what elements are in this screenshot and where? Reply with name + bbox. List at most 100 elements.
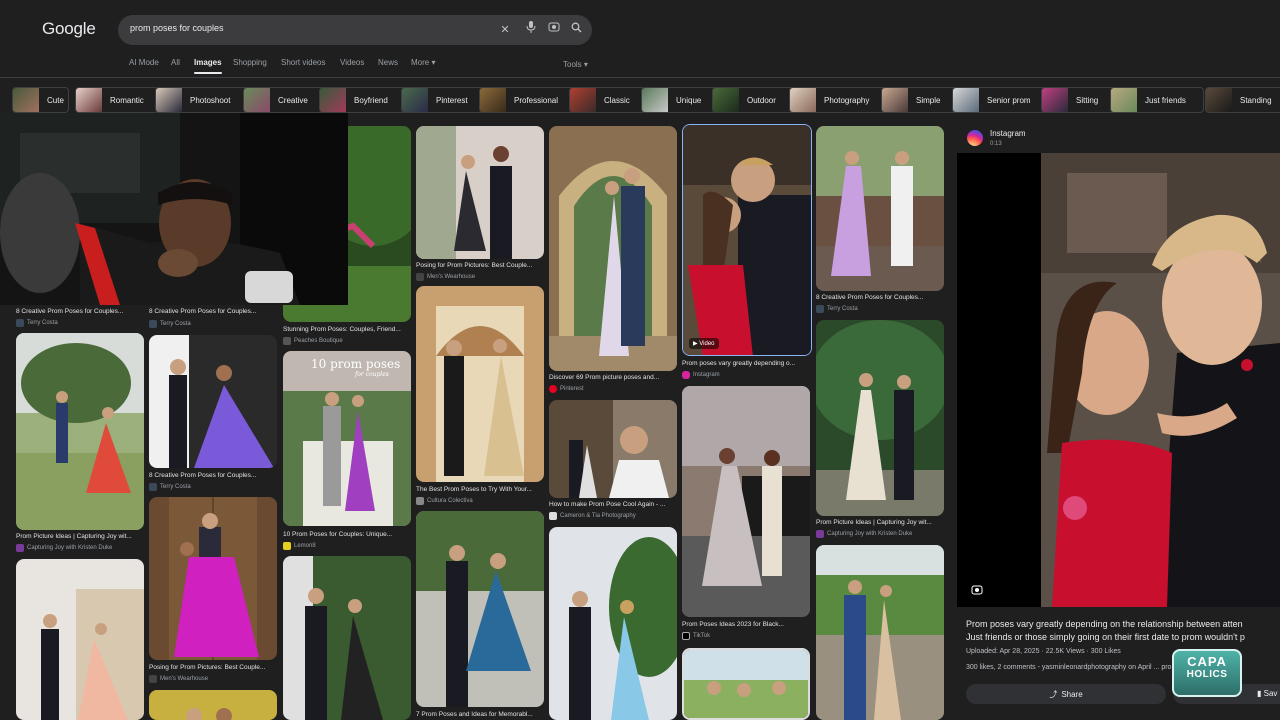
result-source: Terry Costa [816, 305, 858, 313]
chip-sitting[interactable]: Sitting [1041, 87, 1117, 113]
search-bar[interactable]: prom poses for couples ✕ [118, 15, 592, 45]
result-source: Peaches Boutique [283, 337, 343, 345]
result-image[interactable] [149, 335, 277, 468]
result-image[interactable] [549, 400, 677, 498]
chip-unique[interactable]: Unique [641, 87, 719, 113]
tab-more[interactable]: More ▾ [411, 58, 435, 67]
search-icon[interactable] [567, 21, 585, 39]
result-image[interactable] [16, 559, 144, 720]
result-image[interactable] [816, 126, 944, 291]
result-image[interactable] [416, 126, 544, 259]
source-favicon-icon [16, 544, 24, 552]
tab-shopping[interactable]: Shopping [233, 58, 267, 67]
result-title[interactable]: Posing for Prom Pictures: Best Couple... [149, 664, 279, 671]
chip-label: Professional [514, 95, 559, 105]
tab-videos[interactable]: Videos [340, 58, 364, 67]
tab-short-videos[interactable]: Short videos [281, 58, 325, 67]
result-image[interactable] [682, 648, 810, 720]
chip-label: Cute [47, 95, 64, 105]
result-title[interactable]: 10 Prom Poses for Couples: Unique... [283, 531, 413, 538]
channel-watermark-logo: CAPA HOLICS [1172, 649, 1242, 697]
result-title[interactable]: 8 Creative Prom Poses for Couples... [816, 294, 946, 301]
result-title[interactable]: Discover 69 Prom picture poses and... [549, 374, 679, 381]
chip-label: Photography [824, 95, 870, 105]
chip-standing[interactable]: Standing [1205, 87, 1280, 113]
source-favicon-icon [682, 632, 690, 640]
share-button[interactable]: ⤴ Share [966, 684, 1166, 704]
result-title[interactable]: 7 Prom Poses and Ideas for Memorabl... [416, 711, 546, 718]
header-divider [0, 77, 1280, 78]
tab-ai-mode[interactable]: AI Mode [129, 58, 159, 67]
source-favicon-icon [149, 483, 157, 491]
tab-news[interactable]: News [378, 58, 398, 67]
result-image[interactable] [816, 320, 944, 516]
search-input[interactable]: prom poses for couples [130, 23, 224, 33]
result-title[interactable]: Prom Picture Ideas | Capturing Joy wit..… [816, 519, 946, 526]
chip-cute[interactable]: Cute [12, 87, 69, 113]
chip-outdoor[interactable]: Outdoor [712, 87, 796, 113]
source-favicon-icon [283, 337, 291, 345]
source-favicon-icon [816, 530, 824, 538]
chip-photoshoot[interactable]: Photoshoot [155, 87, 249, 113]
chip-label: Photoshoot [190, 95, 231, 105]
bookmark-icon: ▮ [1257, 689, 1262, 698]
source-name: Men's Wearhouse [427, 274, 476, 280]
chip-professional[interactable]: Professional [479, 87, 577, 113]
lens-icon[interactable] [971, 583, 983, 595]
result-title[interactable]: Stunning Prom Poses: Couples, Friend... [283, 326, 413, 333]
source-name: Peaches Boutique [294, 338, 343, 344]
result-title[interactable]: How to make Prom Pose Cool Again - ... [549, 501, 679, 508]
result-image[interactable] [549, 527, 677, 720]
result-source: Lemon8 [283, 542, 316, 550]
mic-icon[interactable] [522, 21, 540, 39]
result-title[interactable]: Prom Poses Ideas 2023 for Black... [682, 621, 812, 628]
chip-just-friends[interactable]: Just friends [1110, 87, 1204, 113]
result-image[interactable] [416, 286, 544, 482]
chip-thumbnail [1042, 88, 1068, 112]
result-image[interactable] [682, 386, 810, 617]
tab-images[interactable]: Images [194, 58, 222, 74]
preview-video[interactable] [957, 153, 1280, 607]
result-image[interactable] [816, 545, 944, 720]
overlay-subtitle: for couples [355, 371, 389, 378]
chip-thumbnail [642, 88, 668, 112]
result-image[interactable] [549, 126, 677, 371]
result-title[interactable]: 8 Creative Prom Poses for Couples... [16, 308, 146, 315]
result-image[interactable] [416, 511, 544, 707]
result-title[interactable]: Prom poses vary greatly depending o... [682, 360, 812, 367]
chip-thumbnail [953, 88, 979, 112]
lens-icon[interactable] [545, 21, 563, 39]
chip-pinterest[interactable]: Pinterest [401, 87, 487, 113]
result-image[interactable]: 10 prom poses for couples [283, 351, 411, 526]
preview-source[interactable]: Instagram [990, 129, 1026, 138]
chip-classic[interactable]: Classic [569, 87, 645, 113]
result-image[interactable] [16, 333, 144, 530]
result-source: Instagram [682, 371, 720, 379]
result-title[interactable]: Posing for Prom Pictures: Best Couple... [416, 262, 546, 269]
chip-boyfriend[interactable]: Boyfriend [319, 87, 408, 113]
source-favicon-icon [149, 320, 157, 328]
result-image[interactable]: ▶ Video [682, 124, 812, 356]
chip-simple[interactable]: Simple [881, 87, 959, 113]
tools-button[interactable]: Tools ▾ [563, 60, 588, 69]
source-name: Capturing Joy with Kristen Duke [27, 545, 113, 551]
result-title[interactable]: Prom Picture Ideas | Capturing Joy wit..… [16, 533, 146, 540]
chip-romantic[interactable]: Romantic [75, 87, 159, 113]
result-title[interactable]: The Best Prom Poses to Try With Your... [416, 486, 546, 493]
result-title[interactable]: 8 Creative Prom Poses for Couples... [149, 308, 279, 315]
source-name: Cameron & Tia Photography [560, 513, 636, 519]
chip-thumbnail [402, 88, 428, 112]
clear-icon[interactable]: ✕ [496, 21, 514, 39]
result-source: Cultura Colectiva [416, 497, 473, 505]
likes-meta: 300 likes, 2 comments - yasminleonardpho… [966, 664, 1199, 671]
chip-senior-prom[interactable]: Senior prom [952, 87, 1049, 113]
result-image[interactable] [149, 497, 277, 660]
share-label: Share [1061, 689, 1083, 699]
tab-all[interactable]: All [171, 58, 180, 67]
google-logo[interactable]: Google [42, 19, 96, 39]
result-image[interactable] [283, 556, 411, 720]
result-image[interactable] [149, 690, 277, 720]
chip-photography[interactable]: Photography [789, 87, 890, 113]
result-title[interactable]: 8 Creative Prom Poses for Couples... [149, 472, 279, 479]
chip-creative[interactable]: Creative [243, 87, 325, 113]
